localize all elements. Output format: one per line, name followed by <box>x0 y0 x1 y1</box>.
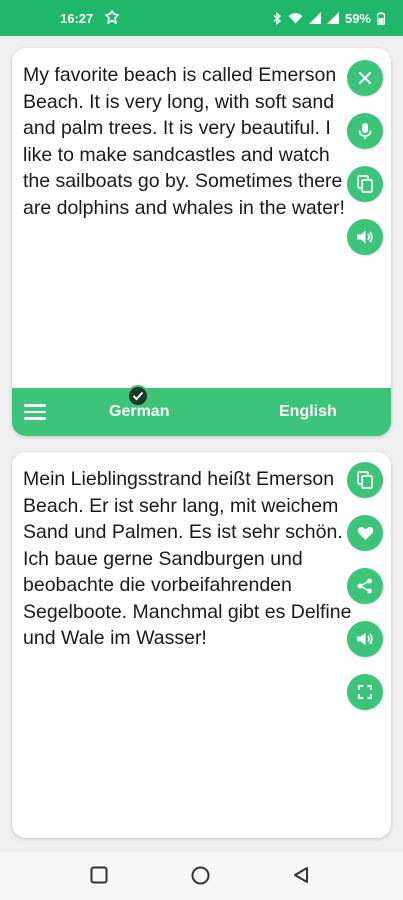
language-bar: German English <box>12 388 391 436</box>
recents-button[interactable] <box>90 866 108 889</box>
menu-button[interactable] <box>24 404 46 420</box>
speak-source-button[interactable] <box>347 219 383 255</box>
battery-percent: 59% <box>344 10 371 26</box>
status-bar: 16:27 59% <box>0 0 403 36</box>
clear-button[interactable] <box>347 60 383 96</box>
translation-actions <box>347 462 383 710</box>
notification-icon <box>104 9 120 27</box>
fullscreen-icon <box>358 685 372 699</box>
speaker-icon <box>357 632 373 646</box>
translation-card: Mein Lieblingsstrand heißt Emerson Beach… <box>12 452 391 838</box>
home-button[interactable] <box>191 866 210 890</box>
menu-icon-line <box>24 404 46 407</box>
share-button[interactable] <box>347 568 383 604</box>
battery-icon <box>377 11 385 25</box>
source-text[interactable]: My favorite beach is called Emerson Beac… <box>23 62 353 221</box>
favorite-button[interactable] <box>347 515 383 551</box>
close-icon <box>358 71 372 85</box>
checkmark-icon <box>127 385 149 407</box>
fullscreen-button[interactable] <box>347 674 383 710</box>
circle-icon <box>191 866 210 885</box>
mic-button[interactable] <box>347 113 383 149</box>
system-nav-bar <box>0 852 403 900</box>
signal-icon <box>308 12 321 24</box>
wifi-icon <box>288 12 303 24</box>
share-icon <box>357 578 372 594</box>
back-triangle-icon <box>294 867 308 883</box>
signal-icon-2 <box>326 12 339 24</box>
speak-translation-button[interactable] <box>347 621 383 657</box>
menu-icon-line <box>24 417 46 420</box>
back-button[interactable] <box>292 866 310 889</box>
translation-text: Mein Lieblingsstrand heißt Emerson Beach… <box>23 468 352 649</box>
heart-icon <box>357 526 373 540</box>
copy-icon <box>357 175 373 193</box>
copy-icon <box>357 471 373 489</box>
bluetooth-icon <box>273 11 282 25</box>
speaker-icon <box>357 230 373 244</box>
mic-icon <box>358 123 372 139</box>
status-time: 16:27 <box>60 10 94 26</box>
copy-translation-button[interactable] <box>347 462 383 498</box>
square-icon <box>90 866 108 884</box>
source-card: My favorite beach is called Emerson Beac… <box>12 48 391 436</box>
menu-icon-line <box>24 410 46 414</box>
target-language-selector[interactable]: English <box>279 403 337 421</box>
source-actions <box>347 60 383 255</box>
copy-source-button[interactable] <box>347 166 383 202</box>
